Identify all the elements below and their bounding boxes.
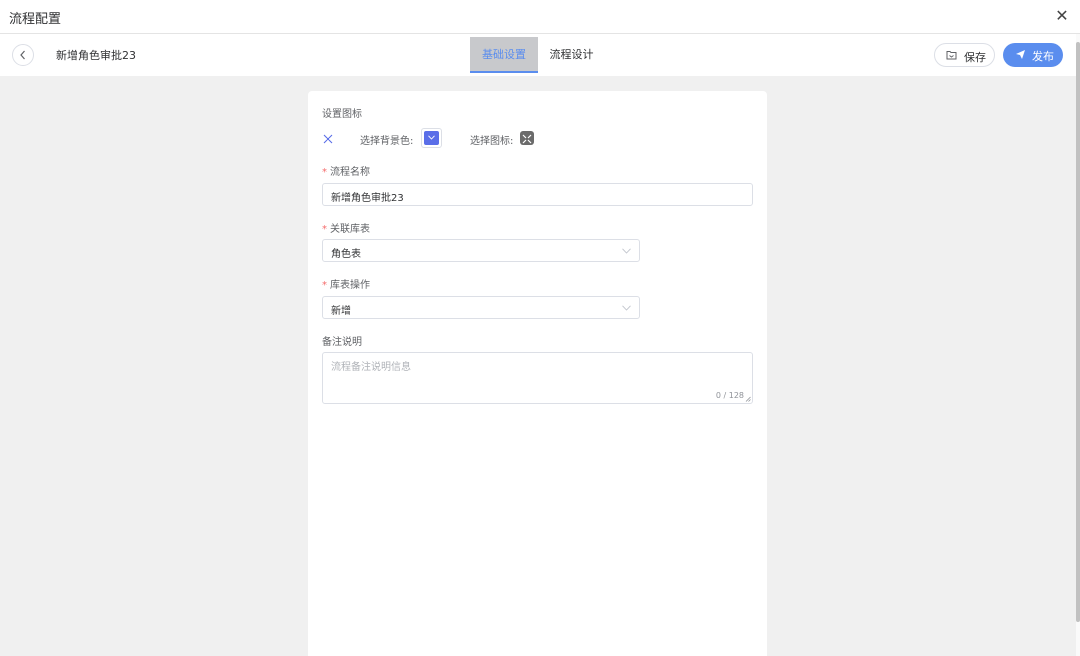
table-operation-label-text: 库表操作: [330, 280, 370, 291]
chevron-down-icon: [622, 305, 631, 311]
bg-color-label: 选择背景色:: [360, 136, 414, 147]
related-table-label-text: 关联库表: [330, 224, 370, 235]
dialog-title: 流程配置: [9, 12, 62, 27]
dialog-header: 流程配置 ✕: [0, 0, 1080, 34]
save-button[interactable]: 保存: [934, 43, 995, 67]
table-operation-label: * 库表操作: [322, 276, 370, 291]
flow-icon-preview: [323, 134, 333, 144]
flow-name-value: 新增角色审批23: [331, 193, 404, 204]
related-table-select[interactable]: 角色表: [322, 239, 640, 262]
form-card: 设置图标 选择背景色: 选择图标: * 流程名称 新增角色审批23 * 关联库表 角…: [308, 91, 767, 656]
required-mark: *: [322, 280, 327, 291]
send-icon: [1016, 50, 1025, 59]
table-operation-value: 新增: [331, 306, 351, 317]
close-icon[interactable]: ✕: [1054, 7, 1070, 25]
bg-color-picker[interactable]: [421, 128, 442, 148]
icon-section-label: 设置图标: [322, 109, 362, 120]
back-button[interactable]: [12, 44, 34, 66]
resize-handle-icon[interactable]: [745, 396, 751, 402]
related-table-label: * 关联库表: [322, 220, 370, 235]
flow-name: 新增角色审批23: [56, 49, 136, 62]
chevron-down-icon: [428, 135, 435, 140]
table-operation-select[interactable]: 新增: [322, 296, 640, 319]
toolbar: 新增角色审批23 基础设置 流程设计 保存 发布: [0, 34, 1076, 76]
chevron-left-icon: [20, 50, 25, 60]
publish-label: 发布: [1032, 50, 1054, 63]
scrollbar-thumb[interactable]: [1076, 42, 1080, 622]
tab-basic-settings[interactable]: 基础设置: [470, 37, 538, 73]
folder-save-icon: [946, 51, 957, 60]
shrink-icon: [522, 134, 532, 144]
remark-char-count: 0 / 128: [715, 391, 744, 400]
color-swatch: [424, 131, 439, 145]
required-mark: *: [322, 167, 327, 178]
remark-placeholder: 流程备注说明信息: [331, 362, 411, 373]
save-label: 保存: [964, 51, 986, 64]
tab-flow-design[interactable]: 流程设计: [545, 37, 598, 73]
remark-textarea[interactable]: 流程备注说明信息 0 / 128: [322, 352, 753, 404]
flow-name-label-text: 流程名称: [330, 167, 370, 178]
chevron-down-icon: [622, 248, 631, 254]
flow-name-input[interactable]: 新增角色审批23: [322, 183, 753, 206]
page-scrollbar[interactable]: [1076, 34, 1080, 656]
related-table-value: 角色表: [331, 249, 361, 260]
publish-button[interactable]: 发布: [1003, 43, 1063, 67]
required-mark: *: [322, 224, 327, 235]
icon-picker[interactable]: [520, 131, 534, 145]
remark-label: 备注说明: [322, 337, 362, 348]
icon-label: 选择图标:: [470, 136, 514, 147]
flow-name-label: * 流程名称: [322, 163, 370, 178]
